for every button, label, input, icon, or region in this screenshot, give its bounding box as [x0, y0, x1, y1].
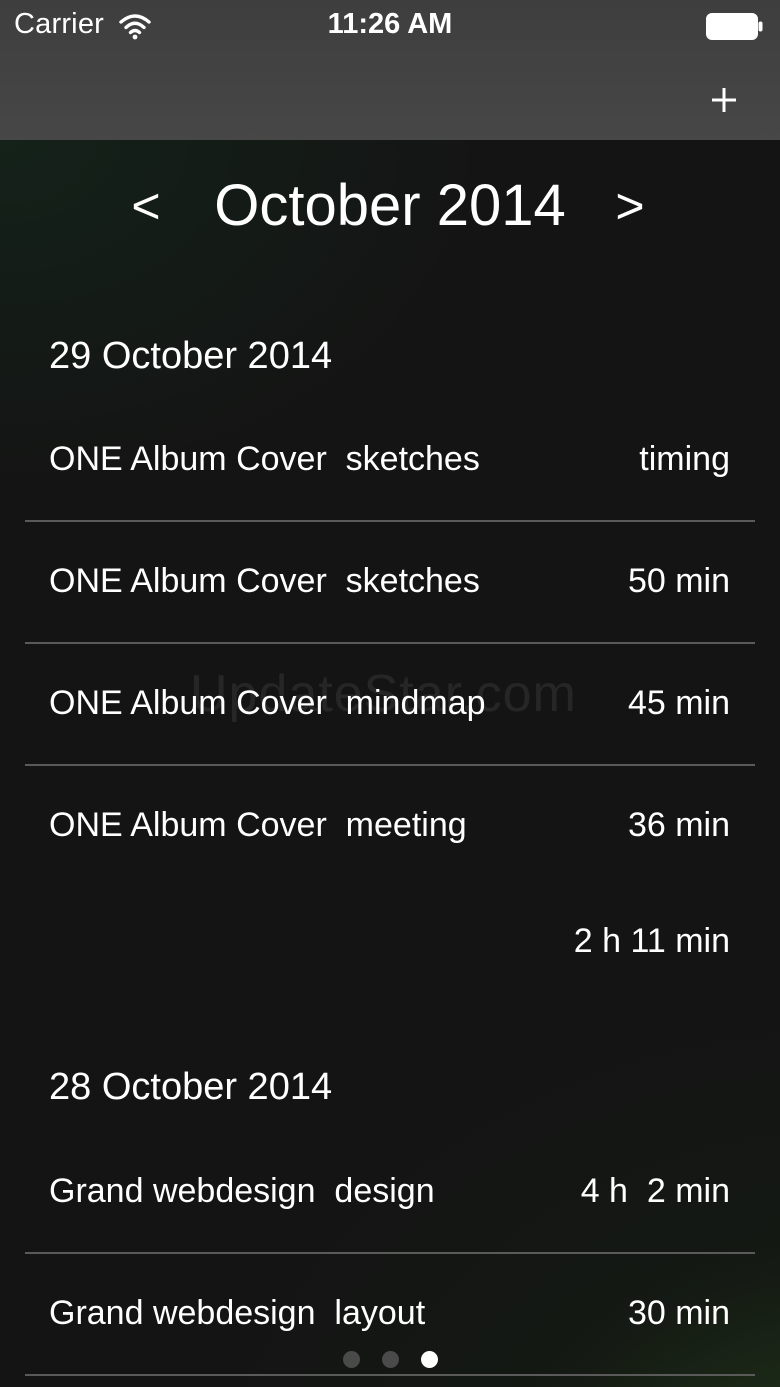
entry-project: ONE Album Cover	[49, 562, 327, 600]
entry-project: Grand webdesign	[49, 1172, 316, 1210]
page-control	[0, 1351, 780, 1373]
watermark: UpdateStar.com	[190, 665, 577, 723]
page-dot-3-active[interactable]	[420, 1351, 438, 1368]
month-title: October 2014	[214, 173, 566, 238]
top-bar: Carrier 11:26 AM	[0, 0, 780, 140]
entry-task: layout	[334, 1294, 426, 1332]
entry-row[interactable]: ONE Album Cover meeting 36 min	[25, 766, 755, 888]
add-entry-button[interactable]	[700, 76, 748, 124]
entry-row[interactable]: ONE Album Cover sketches timing	[25, 400, 755, 522]
entry-task: design	[334, 1172, 435, 1210]
entry-project: ONE Album Cover	[49, 806, 327, 844]
entry-duration: 45 min	[627, 684, 730, 722]
section-total-duration: 2 h 11 min	[573, 922, 730, 960]
entry-duration: 4 h 2 min	[580, 1172, 730, 1210]
entry-task: meeting	[345, 806, 467, 844]
month-navigator: < October 2014 >	[0, 168, 780, 244]
next-month-button[interactable]: >	[600, 168, 660, 244]
entry-duration: timing	[639, 440, 730, 478]
entry-row[interactable]: ONE Album Cover sketches 50 min	[25, 522, 755, 644]
entry-task: sketches	[345, 440, 480, 478]
page-dot-2[interactable]	[381, 1351, 399, 1368]
page-dot-1[interactable]	[342, 1351, 360, 1368]
entry-duration: 36 min	[627, 806, 730, 844]
section-header-date: 28 October 2014	[49, 1066, 333, 1108]
plus-icon	[712, 88, 736, 112]
battery-icon	[706, 13, 764, 40]
screen: Carrier 11:26 AM < October 2014 > 29 Oct…	[0, 0, 780, 1387]
previous-month-button[interactable]: <	[116, 168, 176, 244]
entry-duration: 50 min	[627, 562, 730, 600]
entry-project: Grand webdesign	[49, 1294, 316, 1332]
row-divider	[25, 1374, 755, 1376]
section-header-date: 29 October 2014	[49, 335, 333, 377]
status-time: 11:26 AM	[327, 8, 453, 40]
entry-task: sketches	[345, 562, 480, 600]
entry-row[interactable]: Grand webdesign design 4 h 2 min	[25, 1132, 755, 1254]
entry-project: ONE Album Cover	[49, 440, 327, 478]
